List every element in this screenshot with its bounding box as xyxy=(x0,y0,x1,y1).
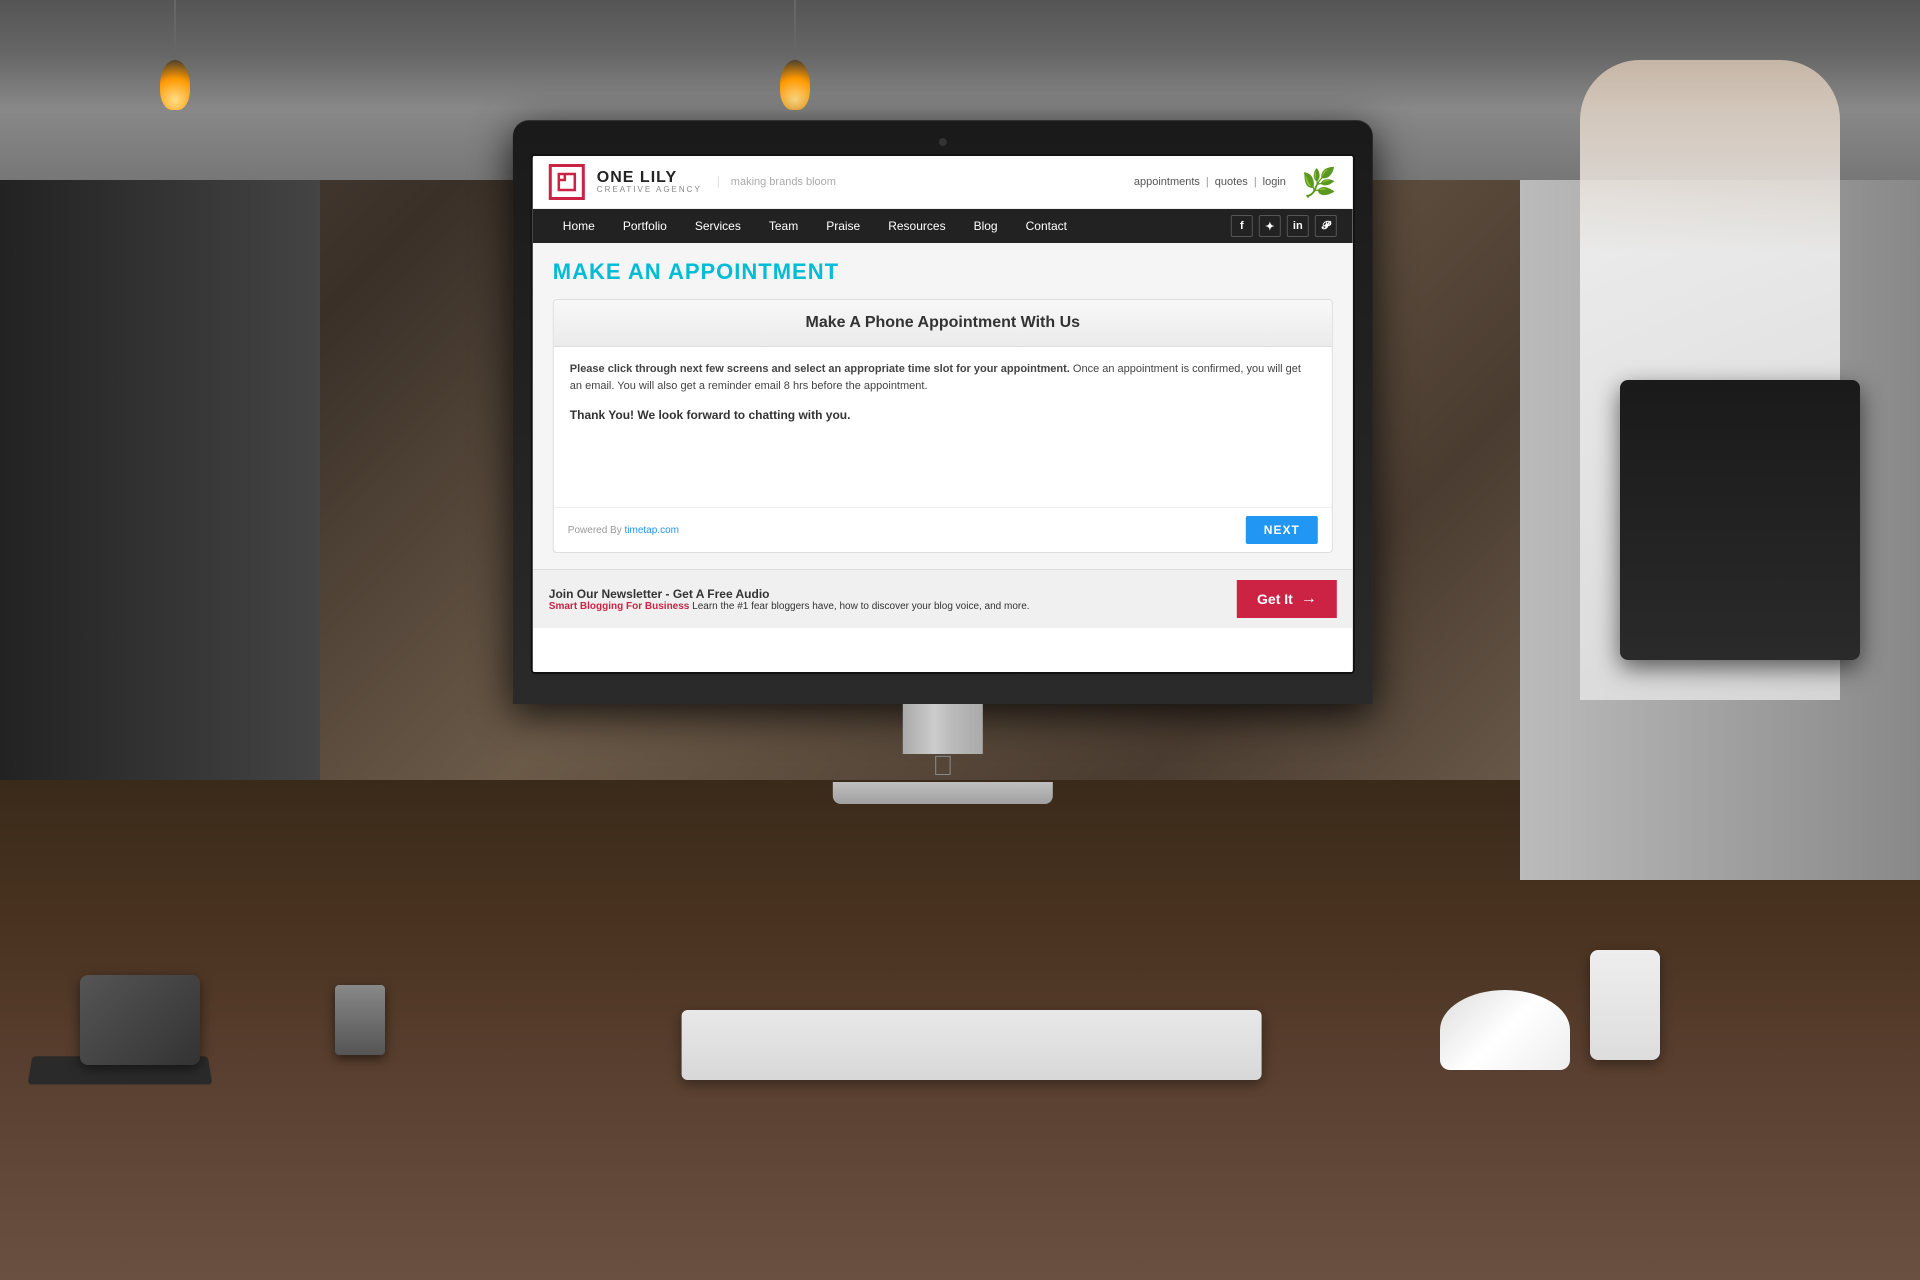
ceiling-light-right xyxy=(780,0,810,110)
logo-tagline: making brands bloom xyxy=(718,176,836,188)
newsletter-main-label: Join Our Newsletter - Get A Free Audio xyxy=(549,587,1227,601)
phone-object xyxy=(1590,950,1660,1060)
powered-by: Powered By timetap.com xyxy=(568,525,679,536)
nav-resources[interactable]: Resources xyxy=(874,209,959,243)
timetap-link[interactable]: timetap.com xyxy=(625,525,679,536)
nav-links: Home Portfolio Services Team Praise Reso… xyxy=(549,209,1081,243)
login-link[interactable]: login xyxy=(1263,176,1286,188)
website-header: ONE LILY CREATIVE AGENCY making brands b… xyxy=(533,156,1353,209)
newsletter-sub-bold: Smart Blogging For Business xyxy=(549,601,690,612)
nav-portfolio[interactable]: Portfolio xyxy=(609,209,681,243)
nav-services[interactable]: Services xyxy=(681,209,755,243)
get-it-label: Get It xyxy=(1257,591,1293,607)
imac-stand-neck xyxy=(903,704,983,754)
imac-bezel: ONE LILY CREATIVE AGENCY making brands b… xyxy=(513,120,1373,704)
imac-screen: ONE LILY CREATIVE AGENCY making brands b… xyxy=(531,154,1355,674)
newsletter-text: Join Our Newsletter - Get A Free Audio S… xyxy=(549,587,1227,612)
appointment-header: Make A Phone Appointment With Us xyxy=(554,300,1332,347)
ceiling-light-left xyxy=(160,0,190,110)
nav-team[interactable]: Team xyxy=(755,209,812,243)
watch-object xyxy=(335,985,385,1055)
quotes-link[interactable]: quotes xyxy=(1215,176,1248,188)
newsletter-bar: Join Our Newsletter - Get A Free Audio S… xyxy=(533,569,1353,628)
keyboard xyxy=(682,1010,1262,1080)
twitter-icon[interactable]: ✦ xyxy=(1259,215,1281,237)
imac-outer: ONE LILY CREATIVE AGENCY making brands b… xyxy=(513,120,1373,804)
nav-bar: Home Portfolio Services Team Praise Reso… xyxy=(533,209,1353,243)
logo-area: ONE LILY CREATIVE AGENCY making brands b… xyxy=(549,164,836,200)
website: ONE LILY CREATIVE AGENCY making brands b… xyxy=(533,156,1353,672)
logo-icon xyxy=(549,164,585,200)
newsletter-sub-rest: Learn the #1 fear bloggers have, how to … xyxy=(692,601,1029,612)
get-it-button[interactable]: Get It → xyxy=(1237,580,1337,618)
appointment-body: Please click through next few screens an… xyxy=(554,347,1332,507)
nav-blog[interactable]: Blog xyxy=(960,209,1012,243)
separator-1: | xyxy=(1206,176,1209,188)
intro-bold: Please click through next few screens an… xyxy=(570,363,1070,375)
powered-by-label: Powered By xyxy=(568,525,622,536)
separator-2: | xyxy=(1254,176,1257,188)
top-links: appointments | quotes | login 🌿 xyxy=(1134,166,1337,199)
appointment-thanks: Thank You! We look forward to chatting w… xyxy=(570,408,1316,422)
page-title: MAKE AN APPOINTMENT xyxy=(553,259,1333,285)
apple-logo:  xyxy=(513,750,1373,782)
arrow-icon: → xyxy=(1301,590,1317,608)
logo-sub: CREATIVE AGENCY xyxy=(597,186,702,195)
camera-object xyxy=(80,975,200,1065)
imac-camera xyxy=(939,138,947,146)
next-button[interactable]: NEXT xyxy=(1246,516,1318,544)
logo-svg xyxy=(557,172,577,192)
nav-praise[interactable]: Praise xyxy=(812,209,874,243)
imac-stand-base xyxy=(833,782,1053,804)
appointment-box: Make A Phone Appointment With Us Please … xyxy=(553,299,1333,553)
imac: ONE LILY CREATIVE AGENCY making brands b… xyxy=(513,120,1373,804)
left-wall xyxy=(0,180,320,780)
appointments-link[interactable]: appointments xyxy=(1134,176,1200,188)
logo-name: ONE LILY xyxy=(597,169,702,187)
appointment-intro: Please click through next few screens an… xyxy=(570,361,1316,394)
leaf-logo-icon: 🌿 xyxy=(1302,166,1337,199)
newsletter-sub: Smart Blogging For Business Learn the #1… xyxy=(549,601,1227,612)
page-content: MAKE AN APPOINTMENT Make A Phone Appoint… xyxy=(533,243,1353,569)
earbuds-object xyxy=(1440,990,1570,1070)
pinterest-icon[interactable]: 𝓟 xyxy=(1315,215,1337,237)
facebook-icon[interactable]: f xyxy=(1231,215,1253,237)
linkedin-icon[interactable]: in xyxy=(1287,215,1309,237)
nav-home[interactable]: Home xyxy=(549,209,609,243)
logo-text: ONE LILY CREATIVE AGENCY xyxy=(597,169,702,195)
appointment-footer: Powered By timetap.com NEXT xyxy=(554,507,1332,552)
laptop-object xyxy=(1620,380,1860,660)
nav-contact[interactable]: Contact xyxy=(1012,209,1081,243)
nav-social: f ✦ in 𝓟 xyxy=(1231,215,1337,237)
